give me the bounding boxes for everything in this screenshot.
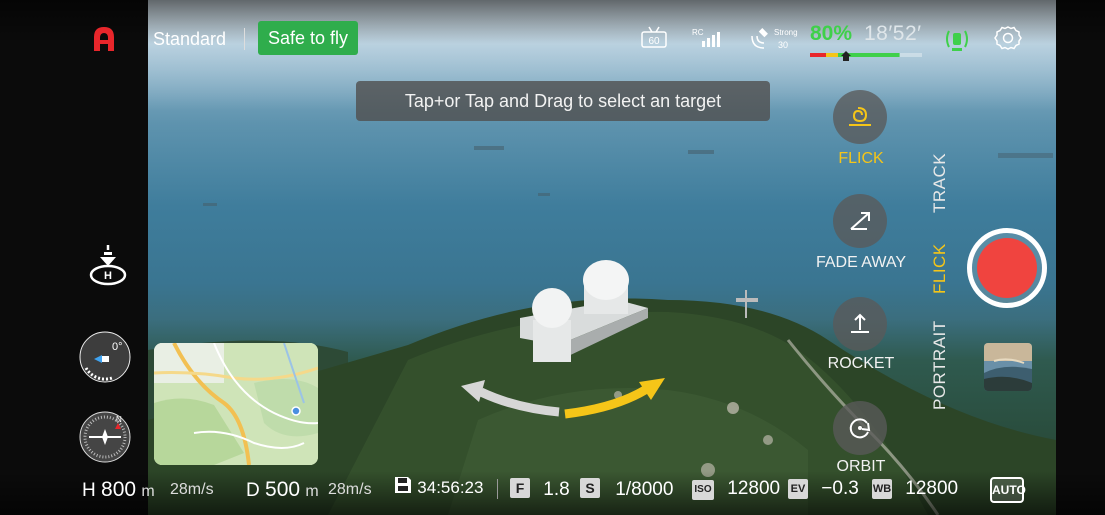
remaining-flight-time: 18′52′ <box>864 22 922 45</box>
tab-flick[interactable]: FLICK <box>930 243 950 294</box>
shutter-badge: S <box>580 478 600 498</box>
record-shutter-button[interactable] <box>967 228 1047 308</box>
gps-satellite-icon: Strong 30 <box>748 24 802 54</box>
gallery-thumbnail[interactable] <box>984 343 1032 391</box>
fade-away-mode-button[interactable] <box>833 194 887 248</box>
flight-mode-label[interactable]: Standard <box>153 29 226 50</box>
distance-unit: m <box>305 483 319 500</box>
wb-value: 12800 <box>905 478 959 499</box>
drone-camera-screen: Standard Safe to fly 60 RC Strong 30 80%… <box>0 0 1105 515</box>
flight-status-badge[interactable]: Safe to fly <box>258 21 359 55</box>
vertical-speed: 28m/s <box>170 481 214 498</box>
storage-readout: 34:56:23 <box>394 476 483 499</box>
ev-badge: EV <box>788 479 808 499</box>
sd-card-icon <box>395 477 411 493</box>
height-unit: m <box>141 483 155 500</box>
transmission-signal-icon[interactable] <box>944 24 970 54</box>
rc-label: RC <box>692 28 704 37</box>
flick-spiral-icon <box>849 107 871 126</box>
orbit-mode-label: ORBIT <box>836 458 886 475</box>
aperture-badge: F <box>510 478 530 498</box>
fps-value: 60 <box>648 36 660 47</box>
height-readout: H 800 m <box>82 478 155 502</box>
orbit-icon <box>849 418 871 439</box>
settings-gear-icon[interactable] <box>994 25 1022 53</box>
flight-path-arrows <box>455 368 675 428</box>
right-panel <box>1056 0 1105 515</box>
aperture-value: 1.8 <box>543 479 570 500</box>
height-value: 800 <box>101 478 137 501</box>
wb-badge: WB <box>872 479 892 499</box>
auto-camera-mode-button[interactable]: AUTO <box>990 477 1026 503</box>
distance-value: 500 <box>265 478 301 501</box>
white-balance-readout[interactable]: WB 12800 <box>872 478 958 500</box>
gimbal-attitude-indicator: 0° <box>78 330 132 384</box>
storage-time: 34:56:23 <box>417 478 484 497</box>
ev-readout[interactable]: EV −0.3 <box>788 478 859 500</box>
shutter-readout[interactable]: S 1/8000 <box>580 478 673 501</box>
fade-away-mode-label: FADE AWAY <box>815 254 907 271</box>
ev-value: −0.3 <box>821 478 859 499</box>
height-prefix: H <box>82 480 96 501</box>
rocket-mode-label: ROCKET <box>827 355 895 372</box>
iso-value: 12800 <box>727 478 781 499</box>
minimap[interactable] <box>154 343 318 465</box>
rocket-mode-button[interactable] <box>833 297 887 351</box>
distance-prefix: D <box>246 480 260 501</box>
battery-level-bar <box>810 48 922 61</box>
remote-signal-icon: RC <box>692 27 722 49</box>
fade-away-icon <box>850 212 870 230</box>
compass-north-label: N <box>116 415 122 424</box>
orbit-mode-button[interactable] <box>833 401 887 455</box>
divider <box>497 479 498 499</box>
record-dot-icon <box>977 238 1037 298</box>
divider <box>244 28 245 50</box>
svg-text:H: H <box>104 270 112 282</box>
gps-strength: Strong <box>774 28 798 37</box>
tab-track[interactable]: TRACK <box>930 153 950 213</box>
iso-readout[interactable]: ISO 12800 <box>692 478 780 500</box>
battery-percentage: 80% <box>810 22 853 45</box>
flick-mode-button[interactable] <box>833 90 887 144</box>
compass-indicator: N <box>78 410 132 464</box>
horizontal-speed: 28m/s <box>328 481 372 498</box>
return-home-button[interactable]: H <box>88 244 128 286</box>
shutter-value: 1/8000 <box>615 479 674 500</box>
rocket-up-arrow-icon <box>851 313 869 333</box>
app-logo-icon[interactable] <box>92 26 116 52</box>
gps-satellite-count: 30 <box>778 40 788 50</box>
tab-portrait[interactable]: PORTRAIT <box>930 320 950 410</box>
instruction-toast: Tap+or Tap and Drag to select an target <box>356 81 770 121</box>
video-fps-icon: 60 <box>640 26 668 48</box>
aperture-readout[interactable]: F 1.8 <box>510 478 570 501</box>
distance-readout: D 500 m <box>246 478 319 502</box>
flick-mode-label: FLICK <box>838 150 884 167</box>
gimbal-pitch-value: 0° <box>112 341 123 353</box>
iso-badge: ISO <box>692 480 714 500</box>
